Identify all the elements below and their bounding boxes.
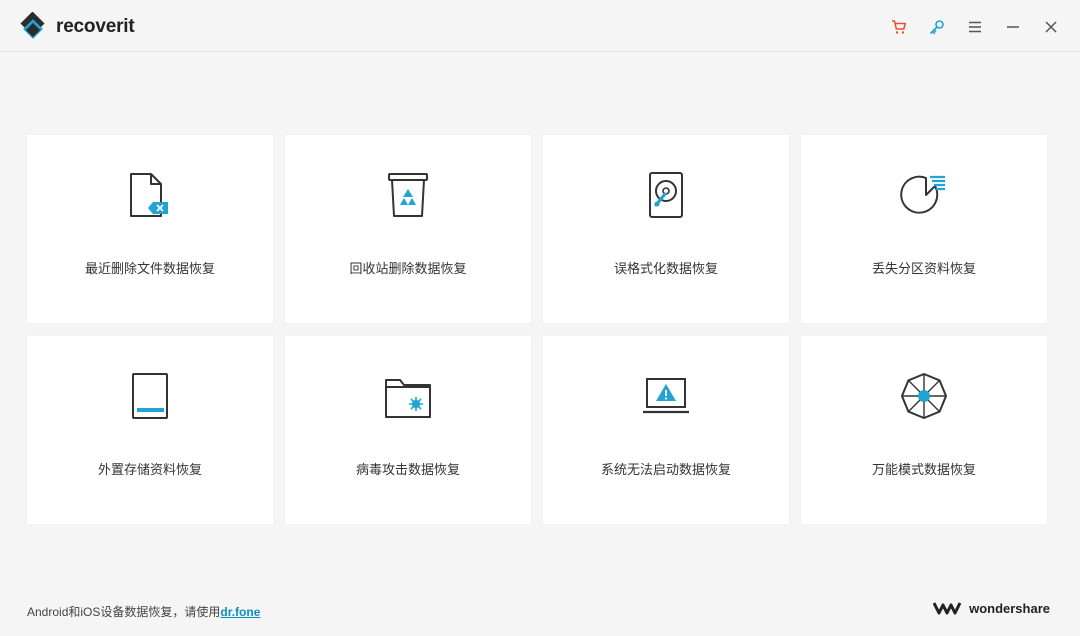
close-icon [1045,21,1057,33]
card-label: 系统无法启动数据恢复 [600,462,731,477]
card-deleted-files[interactable]: 最近删除文件数据恢复 [27,135,273,323]
drfone-link[interactable]: dr.fone [220,605,260,619]
deleted-file-icon [130,173,168,217]
cart-icon [892,20,907,34]
recycle-bin-icon [388,173,428,217]
title-bar: recoverit [0,0,1080,52]
card-label: 回收站删除数据恢复 [349,261,467,276]
card-virus-attack[interactable]: 病毒攻击数据恢复 [285,336,531,524]
wondershare-text: wondershare [969,600,1050,616]
hard-drive-icon [649,172,683,218]
menu-icon [969,21,981,33]
card-label: 病毒攻击数据恢复 [355,462,460,477]
card-recycle-bin[interactable]: 回收站删除数据恢复 [285,135,531,323]
card-system-crash[interactable]: 系统无法启动数据恢复 [543,336,789,524]
card-formatted-drive[interactable]: 误格式化数据恢复 [543,135,789,323]
all-around-icon [901,373,947,419]
key-button[interactable] [922,14,952,40]
card-lost-partition[interactable]: 丢失分区资料恢复 [801,135,1047,323]
app-name: recoverit [56,16,135,37]
card-label: 万能模式数据恢复 [871,462,976,477]
minimize-icon [1007,26,1019,28]
minimize-button[interactable] [998,14,1028,40]
card-all-around[interactable]: 万能模式数据恢复 [801,336,1047,524]
wondershare-logo-icon [933,602,962,615]
card-label: 丢失分区资料恢复 [871,261,976,276]
card-label: 外置存储资料恢复 [97,462,202,477]
recoverit-logo-icon [20,12,45,39]
footer-note: Android和iOS设备数据恢复，请使用dr.fone [27,603,260,620]
app-logo: recoverit [18,12,135,42]
crashed-computer-icon [643,378,689,414]
close-button[interactable] [1036,14,1066,40]
card-label: 最近删除文件数据恢复 [84,261,215,276]
lost-partition-icon [900,175,945,214]
cart-button[interactable] [884,14,914,40]
menu-button[interactable] [960,14,990,40]
wondershare-brand: wondershare [933,600,1050,616]
card-label: 误格式化数据恢复 [613,261,718,276]
recovery-mode-grid: 最近删除文件数据恢复 回收站删除数据恢复 误格式化数据恢复 丢失分区资料恢复 外… [27,135,1047,524]
external-storage-icon [132,373,168,419]
footer-text: Android和iOS设备数据恢复，请使用 [27,605,221,619]
card-external-storage[interactable]: 外置存储资料恢复 [27,336,273,524]
virus-folder-icon [385,379,431,418]
key-icon [930,20,944,35]
